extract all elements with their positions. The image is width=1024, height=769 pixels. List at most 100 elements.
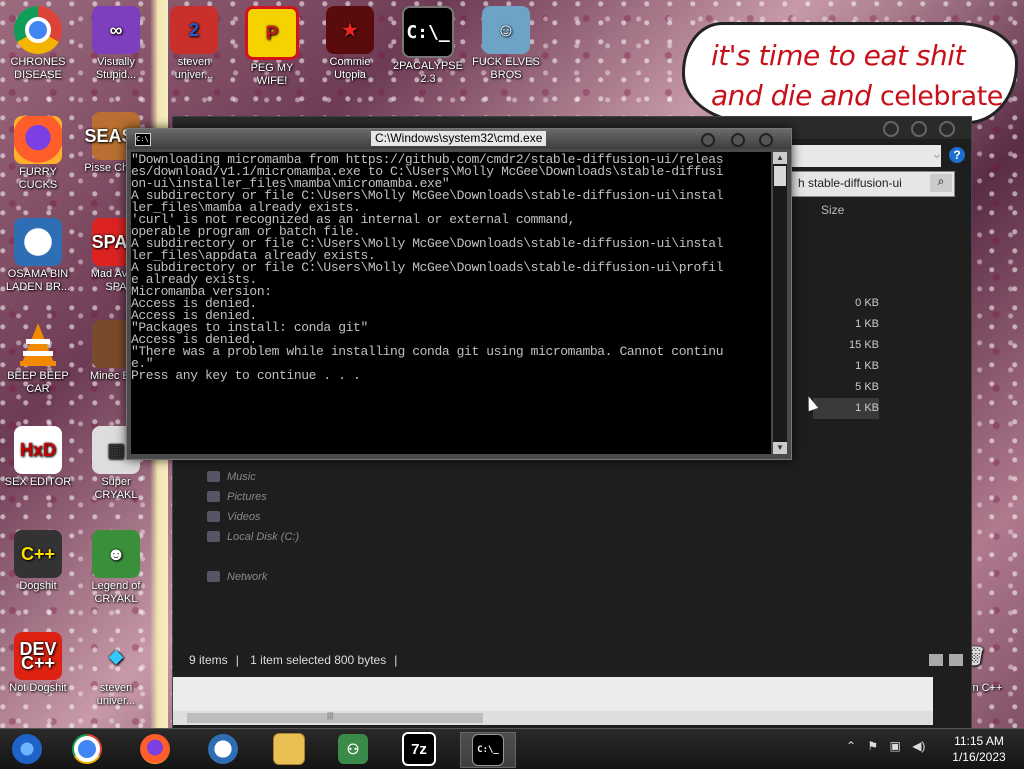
network-people-icon: ⚇ <box>338 734 368 764</box>
desktop-icon-label: Not Dogshit <box>9 682 67 694</box>
file-size[interactable]: 0 KB <box>813 293 879 314</box>
desktop-icon-label: FUCK ELVES BROS <box>472 56 540 81</box>
taskbar-firefox[interactable] <box>128 732 182 766</box>
desktop-icon-not-dogshit[interactable]: DEV C++ Not Dogshit <box>2 632 74 695</box>
obama-icon <box>14 218 62 266</box>
taskbar-obama[interactable] <box>196 732 250 766</box>
maximize-button[interactable] <box>911 121 927 137</box>
horizontal-scrollbar[interactable] <box>173 711 933 725</box>
desktop-icon-furry-cucks[interactable]: FURRY CUCKS <box>2 116 74 192</box>
chevron-down-icon[interactable]: ⌄ <box>931 145 943 162</box>
column-header-size[interactable]: Size <box>821 203 844 217</box>
taskbar-file-explorer[interactable] <box>262 732 316 766</box>
desktop-icon-label: steven univer... <box>174 56 214 81</box>
desktop-icon-steven-universe-2[interactable]: ◆ steven univer... <box>80 632 152 708</box>
bubble-line-2a: and die and <box>711 79 880 112</box>
desktop-icon-chrones-disease[interactable]: CHRONES DISEASE <box>2 6 74 82</box>
desktop-icon-legend-of-cryakl[interactable]: ☻ Legend of CRYAKL <box>80 530 152 606</box>
windows-start-icon <box>12 734 42 764</box>
desktop-icon-commie-utopia[interactable]: ★ Commie Utopia <box>314 6 386 82</box>
file-explorer-icon <box>273 733 305 765</box>
taskbar: ⚇ 7z C:\_ ⌃ ⚑ ▣ ◀) 11:15 AM 1/16/2023 <box>0 728 1024 769</box>
scrollbar-thumb[interactable] <box>187 711 483 723</box>
console-output-area[interactable]: "Downloading micromamba from https://git… <box>131 152 771 454</box>
desktop-icon-2pacalypse[interactable]: C:\_ 2PACALYPSE 2.3 <box>392 6 464 86</box>
close-button[interactable] <box>939 121 955 137</box>
chevron-up-icon[interactable]: ⌃ <box>846 739 856 753</box>
desktop-icon-label: Super CRYAKL <box>94 476 138 501</box>
clock-time: 11:15 AM <box>954 734 1004 748</box>
search-icon[interactable]: ⌕ <box>930 174 952 192</box>
flag-icon[interactable]: ⚑ <box>867 739 878 753</box>
scrollbar-thumb[interactable] <box>774 166 786 186</box>
view-buttons <box>923 653 963 671</box>
system-tray: ⌃ ⚑ ▣ ◀) <box>846 739 933 753</box>
nav-item-network[interactable]: Network <box>205 567 299 587</box>
minimize-button[interactable] <box>883 121 899 137</box>
large-icons-view-icon[interactable] <box>949 654 963 666</box>
status-selection: 1 item selected 800 bytes <box>250 653 387 667</box>
minimize-button[interactable] <box>701 133 715 147</box>
desktop-icon-peggle[interactable]: P PEG MY WIFE! <box>236 6 308 88</box>
desktop-icon-label: SEX EDITOR <box>4 476 72 488</box>
desktop-icon-label: Commie Utopia <box>329 56 371 81</box>
taskbar-7zip[interactable]: 7z <box>392 732 446 766</box>
status-item-count: 9 items <box>189 653 228 667</box>
desktop-icon-label: CHRONES DISEASE <box>10 56 66 81</box>
desktop-icon-label: 2PACALYPSE 2.3 <box>393 60 463 85</box>
close-button[interactable] <box>759 133 773 147</box>
chrome-icon <box>72 734 102 764</box>
maximize-button[interactable] <box>731 133 745 147</box>
nav-item-music[interactable]: Music <box>205 467 299 487</box>
desktop-icon-sex-editor[interactable]: HxD SEX EDITOR <box>2 426 74 489</box>
desktop-icon-label: FURRY CUCKS <box>18 166 58 191</box>
vertical-scrollbar[interactable]: ▲ ▼ <box>773 152 787 454</box>
desktop-icon-osama[interactable]: OSAMA BIN LADEN BR... <box>2 218 74 294</box>
nav-item-videos[interactable]: Videos <box>205 507 299 527</box>
file-size-selected[interactable]: 1 KB <box>813 398 879 419</box>
file-size[interactable]: 15 KB <box>813 335 879 356</box>
dogshit-icon: C++ <box>14 530 62 578</box>
desktop-icon-label: Legend of CRYAKL <box>91 580 141 605</box>
file-size[interactable]: 1 KB <box>813 314 879 335</box>
desktop-icon-beep-beep-car[interactable]: BEEP BEEP CAR <box>2 320 74 396</box>
volume-icon[interactable]: ◀) <box>912 739 925 753</box>
cmd-icon: C:\_ <box>472 734 504 766</box>
taskbar-cmd[interactable]: C:\_ <box>460 732 516 768</box>
console-output: "Downloading micromamba from https://git… <box>131 152 724 383</box>
network-icon[interactable]: ▣ <box>890 739 901 753</box>
scroll-up-icon[interactable]: ▲ <box>773 152 787 164</box>
nav-item-local-disk[interactable]: Local Disk (C:) <box>205 527 299 547</box>
explorer-bottom-panel <box>173 677 933 711</box>
vlc-icon <box>14 320 62 368</box>
desktop-icon-steven-universe[interactable]: 2 steven univer... <box>158 6 230 82</box>
steven-universe-icon: 2 <box>170 6 218 54</box>
address-bar[interactable] <box>791 145 941 167</box>
details-view-icon[interactable] <box>929 654 943 666</box>
devcpp-icon: DEV C++ <box>14 632 62 680</box>
firefox-icon <box>14 116 62 164</box>
taskbar-chrome[interactable] <box>60 732 114 766</box>
help-icon[interactable]: ? <box>949 147 965 163</box>
cmd-window[interactable]: C:\ C:\Windows\system32\cmd.exe "Downloa… <box>126 128 792 460</box>
search-input[interactable]: h stable-diffusion-ui ⌕ <box>791 171 955 197</box>
start-button[interactable] <box>0 732 54 766</box>
desktop-icon-elves-bros[interactable]: ☺ FUCK ELVES BROS <box>470 6 542 82</box>
clock[interactable]: 11:15 AM 1/16/2023 <box>944 733 1014 765</box>
search-value: h stable-diffusion-ui <box>798 176 902 190</box>
desktop-icon-dogshit[interactable]: C++ Dogshit <box>2 530 74 593</box>
hxd-icon: HxD <box>14 426 62 474</box>
desktop-icon-label: Dogshit <box>19 580 57 592</box>
cmd-titlebar[interactable]: C:\ C:\Windows\system32\cmd.exe <box>127 129 791 149</box>
wallpaper-speech-bubble: it's time to eat shit and die and celebr… <box>682 22 1018 124</box>
diamond-icon: ◆ <box>109 645 123 666</box>
scroll-down-icon[interactable]: ▼ <box>773 442 787 454</box>
visual-studio-icon: ∞ <box>92 6 140 54</box>
firefox-icon <box>140 734 170 764</box>
file-size[interactable]: 5 KB <box>813 377 879 398</box>
taskbar-network-people[interactable]: ⚇ <box>326 732 380 766</box>
file-size[interactable]: 1 KB <box>813 356 879 377</box>
desktop-icon-visual-studio[interactable]: ∞ Visually Stupid... <box>80 6 152 82</box>
chrome-icon <box>14 6 62 54</box>
nav-item-pictures[interactable]: Pictures <box>205 487 299 507</box>
